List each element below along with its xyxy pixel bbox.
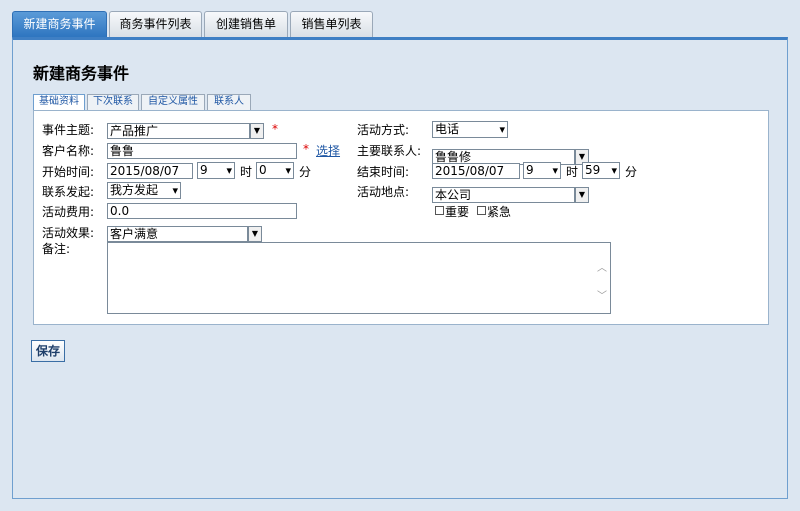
effect-input[interactable]: 客户满意 [107, 226, 248, 242]
contact-initiator-select[interactable]: 我方发起 ▾ [107, 182, 181, 199]
notes-textarea[interactable]: ︿ ﹀ [107, 242, 611, 314]
activity-method-value: 电话 [435, 122, 460, 136]
subject-combo[interactable]: 产品推广 ▼ [107, 123, 267, 139]
end-minute-select[interactable]: 59 ▾ [582, 162, 620, 179]
end-date-input[interactable]: 2015/08/07 [432, 163, 520, 179]
effect-label: 活动效果: [42, 226, 95, 240]
content-frame: 新建商务事件 基础资料 下次联系 自定义属性 联系人 事件主题: 产品推广 ▼ … [12, 37, 788, 499]
scroll-down-icon[interactable]: ﹀ [596, 287, 608, 302]
urgent-label: 紧急 [487, 205, 512, 219]
subtab-basic-info[interactable]: 基础资料 [33, 94, 85, 111]
subject-label: 事件主题: [42, 123, 95, 137]
chevron-down-icon[interactable]: ▼ [248, 226, 262, 242]
subtab-contacts[interactable]: 联系人 [207, 94, 251, 110]
subject-input[interactable]: 产品推广 [107, 123, 250, 139]
end-minute-value: 59 [585, 163, 601, 177]
chevron-down-icon[interactable]: ▼ [575, 187, 589, 203]
form-panel: 事件主题: 产品推广 ▼ * 客户名称: 鲁鲁 * 选择 开始时间: 2015/… [33, 110, 769, 325]
tab-sales-order-list[interactable]: 销售单列表 [290, 11, 373, 37]
customer-label: 客户名称: [42, 144, 95, 158]
location-input[interactable]: 本公司 [432, 187, 575, 203]
hour-unit: 时 [240, 165, 253, 179]
tab-new-business-event[interactable]: 新建商务事件 [12, 11, 107, 37]
urgent-checkbox[interactable] [477, 206, 486, 215]
chevron-down-icon: ▾ [226, 164, 232, 177]
contact-initiator-label: 联系发起: [42, 185, 95, 199]
contact-initiator-value: 我方发起 [110, 183, 159, 197]
chevron-down-icon: ▾ [499, 123, 505, 136]
end-hour-select[interactable]: 9 ▾ [523, 162, 561, 179]
subtab-next-contact[interactable]: 下次联系 [87, 94, 139, 110]
end-time-label: 结束时间: [357, 165, 410, 179]
start-date-input[interactable]: 2015/08/07 [107, 163, 193, 179]
chevron-down-icon: ▾ [611, 164, 617, 177]
activity-method-label: 活动方式: [357, 123, 410, 137]
customer-input[interactable]: 鲁鲁 [107, 143, 297, 159]
location-combo[interactable]: 本公司 ▼ [432, 187, 592, 203]
end-hour-value: 9 [526, 163, 534, 177]
effect-combo[interactable]: 客户满意 ▼ [107, 226, 265, 242]
start-time-label: 开始时间: [42, 165, 95, 179]
subtab-custom-attributes[interactable]: 自定义属性 [141, 94, 205, 110]
start-hour-select[interactable]: 9 ▾ [197, 162, 235, 179]
scroll-up-icon[interactable]: ︿ [596, 259, 608, 274]
chevron-down-icon: ▾ [285, 164, 291, 177]
start-hour-value: 9 [200, 163, 208, 177]
required-mark: * [272, 122, 278, 136]
important-checkbox[interactable] [435, 206, 444, 215]
tab-business-event-list[interactable]: 商务事件列表 [109, 11, 202, 37]
select-customer-link[interactable]: 选择 [316, 142, 340, 159]
start-minute-value: 0 [259, 163, 267, 177]
save-button[interactable]: 保存 [31, 340, 65, 362]
start-minute-select[interactable]: 0 ▾ [256, 162, 294, 179]
chevron-down-icon[interactable]: ▼ [250, 123, 264, 139]
location-label: 活动地点: [357, 185, 410, 199]
minute-unit: 分 [625, 165, 638, 179]
activity-method-select[interactable]: 电话 ▾ [432, 121, 508, 138]
minute-unit: 分 [299, 165, 312, 179]
top-tab-bar: 新建商务事件 商务事件列表 创建销售单 销售单列表 [0, 0, 800, 37]
chevron-down-icon: ▾ [172, 184, 178, 197]
hour-unit: 时 [566, 165, 579, 179]
main-contact-label: 主要联系人: [357, 144, 422, 158]
cost-label: 活动费用: [42, 205, 95, 219]
page-title: 新建商务事件 [33, 64, 130, 83]
required-mark: * [303, 142, 309, 156]
tab-create-sales-order[interactable]: 创建销售单 [204, 11, 288, 37]
important-label: 重要 [445, 205, 470, 219]
chevron-down-icon: ▾ [552, 164, 558, 177]
notes-label: 备注: [42, 242, 71, 256]
cost-input[interactable]: 0.0 [107, 203, 297, 219]
